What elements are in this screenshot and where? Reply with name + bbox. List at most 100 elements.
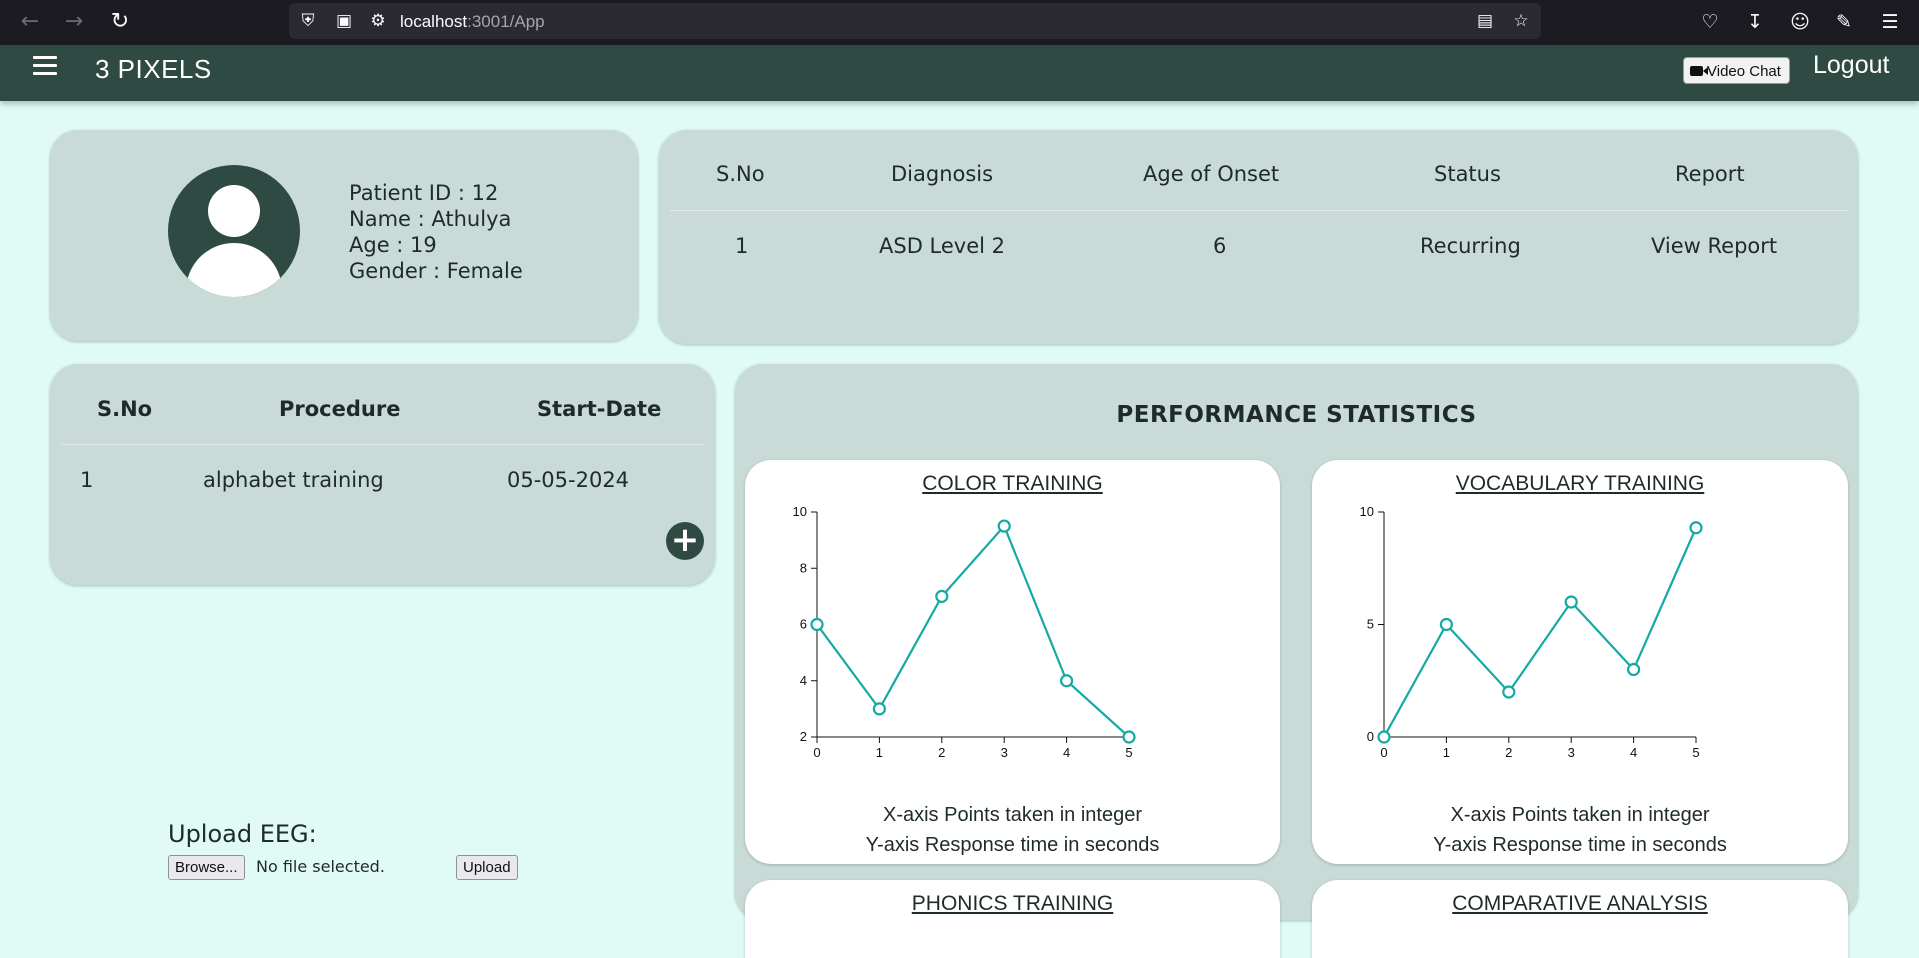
x-tick-label: 0 (813, 745, 820, 760)
y-tick-label: 8 (800, 560, 807, 575)
data-point (1689, 521, 1703, 535)
menu-icon[interactable]: ☰ (1876, 8, 1904, 36)
header-report: Report (1675, 162, 1745, 186)
data-point (1122, 730, 1136, 744)
site-info-icon[interactable]: ⚙ (366, 9, 390, 33)
header-status: Status (1434, 162, 1501, 186)
chart-caption-x: X-axis Points taken in integer (1450, 804, 1710, 826)
browser-toolbar: ← → ↻ ⛨ ▣ ⚙ localhost:3001/App ▤ ☆ ♡ ↧ ☺… (0, 0, 1919, 45)
x-tick-label: 2 (1505, 745, 1512, 760)
x-tick-label: 1 (876, 745, 883, 760)
data-point (1564, 595, 1578, 609)
header-start-date: Start-Date (537, 397, 662, 421)
y-tick-label: 5 (1367, 617, 1374, 632)
chart-card-vocabulary-training: VOCABULARY TRAINING 0 5 10 0 1 2 3 4 5 X-axis Po… (1312, 460, 1848, 864)
address-bar[interactable]: ⛨ ▣ ⚙ localhost:3001/App ▤ ☆ (289, 3, 1541, 39)
account-icon[interactable]: ☺ (1786, 8, 1814, 36)
chart-title: PHONICS TRAINING (911, 892, 1114, 915)
patient-details: Patient ID : 12 Name : Athulya Age : 19 … (349, 180, 523, 284)
y-tick-label: 6 (800, 617, 807, 632)
header-sno: S.No (716, 162, 765, 186)
x-tick-label: 5 (1125, 745, 1132, 760)
y-tick-label: 2 (800, 729, 807, 744)
chart-caption-x: X-axis Points taken in integer (882, 804, 1143, 826)
vocabulary-training-chart: 0 5 10 0 1 2 3 4 5 (1360, 504, 1703, 760)
brand-title: 3 PIXELS (95, 54, 212, 84)
data-point (810, 617, 824, 632)
series-line (816, 524, 1130, 738)
chart-title: COMPARATIVE ANALYSIS (1452, 892, 1708, 915)
y-tick-label: 10 (793, 504, 807, 519)
row-procedure: alphabet training (203, 468, 384, 492)
color-training-chart: 2 4 6 8 10 0 1 2 3 4 5 (793, 504, 1136, 760)
performance-title: PERFORMANCE STATISTICS (1116, 402, 1477, 428)
avatar-icon (168, 165, 300, 297)
row-start-date: 05-05-2024 (507, 468, 630, 492)
logout-link[interactable]: Logout (1813, 51, 1889, 80)
header-procedure: Procedure (279, 397, 401, 421)
row-sno: 1 (735, 234, 749, 258)
data-point (1377, 730, 1391, 744)
extensions-icon[interactable]: ✎ (1830, 8, 1858, 36)
data-point (1502, 685, 1516, 699)
url-text[interactable]: localhost:3001/App (400, 12, 545, 32)
shield-icon[interactable]: ⛨ (296, 9, 320, 33)
row-sno: 1 (80, 468, 94, 492)
x-tick-label: 3 (1568, 745, 1575, 760)
chart-caption-y: Y-axis Response time in seconds (1433, 834, 1727, 856)
bookmark-star-icon[interactable]: ☆ (1509, 9, 1533, 33)
data-point (1439, 617, 1453, 632)
data-point (997, 519, 1011, 533)
view-report-link[interactable]: View Report (1651, 234, 1777, 258)
profile-card: Patient ID : 12 Name : Athulya Age : 19 … (50, 130, 638, 341)
file-status-text: No file selected. (256, 857, 385, 876)
table-divider (670, 210, 1847, 211)
header-sno: S.No (97, 397, 153, 421)
row-status: Recurring (1420, 234, 1521, 258)
add-procedure-button[interactable]: + (666, 522, 704, 560)
chart-title: VOCABULARY TRAINING (1455, 472, 1705, 495)
x-tick-label: 3 (1001, 745, 1008, 760)
reader-view-icon[interactable]: ▤ (1473, 9, 1497, 33)
hamburger-menu-icon[interactable] (33, 56, 57, 76)
page-icon: ▣ (335, 11, 353, 31)
chart-card-comparative-analysis: COMPARATIVE ANALYSIS (1312, 880, 1848, 958)
upload-eeg-label: Upload EEG: (168, 820, 317, 848)
x-tick-label: 4 (1063, 745, 1070, 760)
back-icon[interactable]: ← (16, 8, 44, 36)
header-age-of-onset: Age of Onset (1143, 162, 1280, 186)
upload-button[interactable]: Upload (456, 855, 518, 880)
pocket-icon[interactable]: ♡ (1696, 8, 1724, 36)
chart-card-phonics-training: PHONICS TRAINING (745, 880, 1280, 958)
patient-age: Age : 19 (349, 233, 437, 257)
diagnosis-card: S.No Diagnosis Age of Onset Status Repor… (659, 130, 1858, 344)
reload-icon[interactable]: ↻ (106, 8, 134, 36)
data-point (872, 702, 886, 716)
row-age-of-onset: 6 (1213, 234, 1227, 258)
y-tick-label: 0 (1367, 729, 1374, 744)
video-camera-icon (1690, 66, 1708, 76)
header-diagnosis: Diagnosis (891, 162, 994, 186)
data-point (1060, 674, 1074, 688)
x-tick-label: 0 (1380, 745, 1387, 760)
data-point (935, 589, 949, 603)
y-tick-label: 10 (1360, 504, 1374, 519)
x-tick-label: 4 (1630, 745, 1637, 760)
video-chat-button[interactable]: Video Chat (1683, 57, 1790, 84)
x-tick-label: 5 (1692, 745, 1699, 760)
series-line (1383, 527, 1698, 738)
plus-icon: + (670, 520, 700, 560)
patient-gender: Gender : Female (349, 259, 523, 283)
app-header: 3 PIXELS Video Chat Logout (0, 45, 1919, 101)
forward-icon[interactable]: → (60, 8, 88, 36)
patient-id: Patient ID : 12 (349, 181, 499, 205)
patient-name: Name : Athulya (349, 207, 512, 231)
download-icon[interactable]: ↧ (1741, 8, 1769, 36)
x-tick-label: 2 (938, 745, 945, 760)
data-point (1627, 662, 1641, 677)
table-divider (61, 444, 704, 445)
chart-title: COLOR TRAINING (922, 472, 1103, 495)
browse-button[interactable]: Browse... (168, 855, 245, 880)
chart-caption-y: Y-axis Response time in seconds (865, 834, 1160, 856)
procedure-card: S.No Procedure Start-Date 1 alphabet tra… (50, 364, 715, 585)
